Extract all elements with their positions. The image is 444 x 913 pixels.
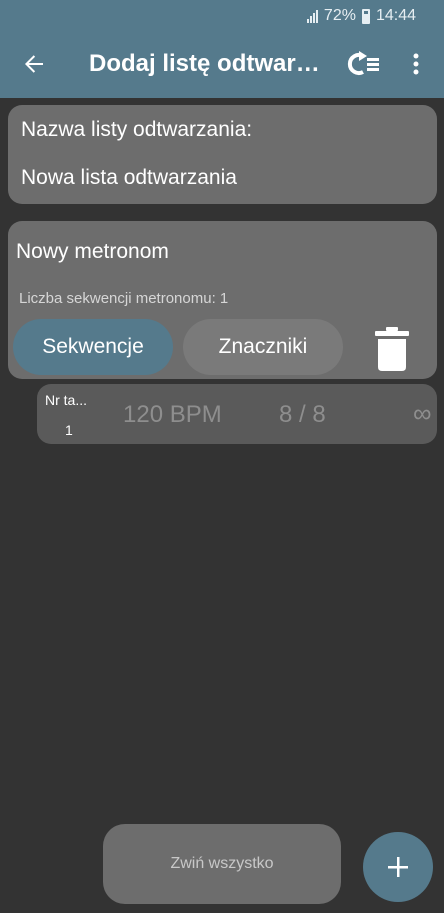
playlist-card: Nazwa listy odtwarzania: bbox=[8, 105, 437, 204]
more-options-button[interactable] bbox=[398, 44, 434, 84]
metronome-name[interactable]: Nowy metronom bbox=[16, 240, 169, 264]
sync-list-button[interactable] bbox=[344, 44, 384, 84]
sequences-button[interactable]: Sekwencje bbox=[13, 319, 173, 375]
arrow-left-icon bbox=[25, 55, 43, 73]
sequence-nr-label: Nr ta... bbox=[45, 392, 88, 408]
battery-percent: 72% bbox=[323, 7, 356, 24]
playlist-name-input[interactable] bbox=[21, 166, 421, 190]
battery-icon bbox=[361, 8, 370, 24]
back-button[interactable] bbox=[14, 44, 54, 84]
page-title: Dodaj listę odtwarzania bbox=[89, 50, 329, 77]
delete-metronome-button[interactable] bbox=[364, 321, 420, 377]
playlist-name-label: Nazwa listy odtwarzania: bbox=[21, 118, 253, 141]
sequence-bpm[interactable]: 120 BPM bbox=[123, 401, 222, 429]
status-right: 72% 14:44 bbox=[306, 7, 416, 25]
sequence-nr-value: 1 bbox=[65, 422, 73, 438]
sequence-row[interactable]: Nr ta... 1 120 BPM 8 / 8 ∞ bbox=[37, 384, 437, 444]
more-vert-icon bbox=[413, 53, 419, 75]
metronome-card[interactable]: Nowy metronom Liczba sekwencji metronomu… bbox=[8, 221, 437, 379]
markers-button[interactable]: Znaczniki bbox=[183, 319, 343, 375]
sequence-time-signature[interactable]: 8 / 8 bbox=[279, 401, 326, 429]
plus-icon bbox=[388, 857, 408, 877]
clock: 14:44 bbox=[375, 7, 416, 24]
add-button[interactable] bbox=[363, 832, 433, 902]
sequence-count-text: Liczba sekwencji metronomu: 1 bbox=[19, 290, 229, 307]
status-bar: 72% 14:44 bbox=[0, 0, 444, 32]
app-bar: Dodaj listę odtwarzania bbox=[0, 32, 444, 98]
sync-list-icon bbox=[347, 51, 379, 75]
signal-icon bbox=[306, 9, 318, 23]
collapse-all-button[interactable]: Zwiń wszystko bbox=[103, 824, 341, 904]
trash-icon bbox=[375, 327, 409, 371]
sequence-loop[interactable]: ∞ bbox=[413, 398, 432, 429]
